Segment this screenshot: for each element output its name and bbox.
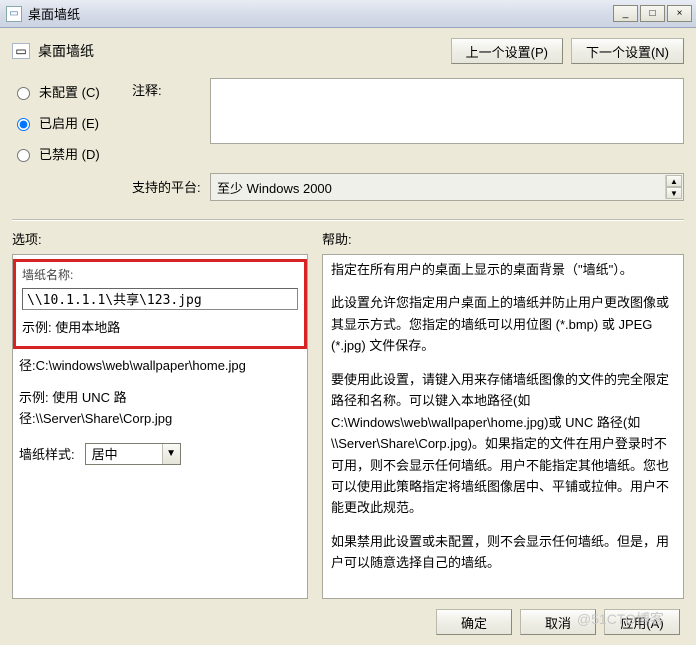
- section-divider: [12, 219, 684, 221]
- apply-button[interactable]: 应用(A): [604, 609, 680, 635]
- cancel-button[interactable]: 取消: [520, 609, 596, 635]
- state-radio-group: 未配置 (C) 已启用 (E) 已禁用 (D): [12, 78, 132, 163]
- wallpaper-style-label: 墙纸样式:: [19, 444, 75, 465]
- page-title: 桌面墙纸: [38, 41, 94, 61]
- help-heading: 帮助:: [322, 229, 352, 248]
- chevron-down-icon: ▼: [162, 444, 180, 464]
- options-heading: 选项:: [12, 229, 322, 248]
- radio-label: 已禁用 (D): [39, 144, 100, 163]
- window-titlebar: ▭ 桌面墙纸 _ □ ×: [0, 0, 696, 28]
- example-unc-path: 径:\\Server\Share\Corp.jpg: [19, 408, 301, 429]
- close-button[interactable]: ×: [667, 5, 692, 22]
- next-setting-button[interactable]: 下一个设置(N): [571, 38, 684, 64]
- wallpaper-style-dropdown[interactable]: 居中 ▼: [85, 443, 181, 465]
- wallpaper-name-label: 墙纸名称:: [22, 266, 298, 286]
- scroll-up-icon[interactable]: ▲: [666, 175, 682, 187]
- dropdown-value: 居中: [86, 444, 162, 465]
- radio-not-configured[interactable]: 未配置 (C): [12, 82, 132, 101]
- maximize-button[interactable]: □: [640, 5, 665, 22]
- highlight-box: 墙纸名称: 示例: 使用本地路: [13, 259, 307, 349]
- example-local-label: 示例: 使用本地路: [22, 317, 298, 338]
- supported-platform-value: 至少 Windows 2000: [217, 178, 332, 197]
- minimize-button[interactable]: _: [613, 5, 638, 22]
- platform-label: 支持的平台:: [132, 163, 210, 196]
- help-paragraph: 如果禁用此设置或未配置，则不会显示任何墙纸。但是，用户可以随意选择自己的墙纸。: [331, 531, 675, 574]
- radio-label: 未配置 (C): [39, 82, 100, 101]
- platform-scrollbar[interactable]: ▲ ▼: [665, 175, 682, 199]
- wallpaper-path-input[interactable]: [22, 288, 298, 310]
- help-paragraph: 要使用此设置，请键入用来存储墙纸图像的文件的完全限定路径和名称。可以键入本地路径…: [331, 369, 675, 519]
- page-icon: ▭: [12, 43, 30, 59]
- supported-platform-box: 至少 Windows 2000 ▲ ▼: [210, 173, 684, 201]
- scroll-down-icon[interactable]: ▼: [666, 187, 682, 199]
- comment-textarea[interactable]: [210, 78, 684, 144]
- app-icon: ▭: [6, 6, 22, 22]
- radio-enabled[interactable]: 已启用 (E): [12, 113, 132, 132]
- help-paragraph: 此设置允许您指定用户桌面上的墙纸并防止用户更改图像或其显示方式。您指定的墙纸可以…: [331, 292, 675, 356]
- help-panel[interactable]: 指定在所有用户的桌面上显示的桌面背景（"墙纸"）。 此设置允许您指定用户桌面上的…: [322, 254, 684, 599]
- example-unc-label: 示例: 使用 UNC 路: [19, 387, 301, 408]
- radio-disabled[interactable]: 已禁用 (D): [12, 144, 132, 163]
- prev-setting-button[interactable]: 上一个设置(P): [451, 38, 563, 64]
- options-panel: 墙纸名称: 示例: 使用本地路 径:C:\windows\web\wallpap…: [12, 254, 308, 599]
- example-local-path: 径:C:\windows\web\wallpaper\home.jpg: [19, 355, 301, 376]
- ok-button[interactable]: 确定: [436, 609, 512, 635]
- window-title: 桌面墙纸: [28, 4, 611, 23]
- comment-label: 注释:: [132, 78, 210, 99]
- radio-label: 已启用 (E): [39, 113, 99, 132]
- help-paragraph: 指定在所有用户的桌面上显示的桌面背景（"墙纸"）。: [331, 259, 675, 280]
